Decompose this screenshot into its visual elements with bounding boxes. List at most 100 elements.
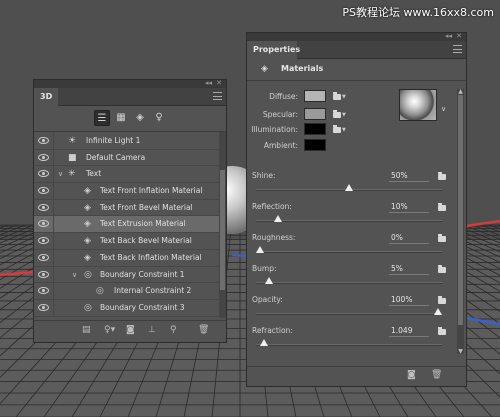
- color-swatch[interactable]: [304, 139, 326, 151]
- chevron-down-icon[interactable]: ∨: [441, 105, 446, 113]
- folder-icon[interactable]: [333, 125, 341, 133]
- new-material-icon[interactable]: ◙: [407, 370, 416, 380]
- material-label: Ambient:: [263, 141, 298, 150]
- scrollbar-thumb[interactable]: [458, 95, 463, 325]
- eye-icon[interactable]: [38, 237, 49, 245]
- layer-row[interactable]: ◈ Text Back Inflation Material: [34, 249, 220, 267]
- slider-value-field[interactable]: 50%: [391, 171, 408, 180]
- layer-row[interactable]: ◎ Boundary Constraint 3: [34, 299, 220, 317]
- slider-value-field[interactable]: 0%: [391, 233, 403, 242]
- color-swatch[interactable]: [304, 123, 326, 135]
- scroll-up-icon[interactable]: ▲: [457, 88, 464, 95]
- eye-icon[interactable]: [38, 170, 49, 178]
- slider-thumb[interactable]: [256, 246, 264, 253]
- eye-icon[interactable]: [38, 203, 49, 211]
- layer-row[interactable]: ◈ Text Front Inflation Material: [34, 183, 220, 200]
- slider-thumb[interactable]: [434, 308, 442, 315]
- layer-name: Text Front Bevel Material: [100, 202, 193, 212]
- illumination-row: Illumination: ▼: [247, 123, 397, 137]
- eye-column: [34, 283, 54, 300]
- slider-thumb[interactable]: [259, 339, 268, 346]
- eye-icon[interactable]: [38, 153, 49, 161]
- layer-row[interactable]: ☀ Infinite Light 1: [34, 133, 220, 150]
- panel-properties: ◂◂ ✕ Properties ◈ Materials Diffuse: ▼ S…: [246, 32, 467, 387]
- slider-row: Shine: 50%: [252, 171, 448, 201]
- close-icon[interactable]: ✕: [216, 79, 222, 87]
- layer-row[interactable]: ◈ Text Back Bevel Material: [34, 233, 220, 250]
- scene-filter-icon[interactable]: ☰: [94, 110, 110, 126]
- chevron-down-icon[interactable]: ▼: [342, 94, 346, 100]
- axis-z-mid: [231, 254, 247, 257]
- eye-column: [34, 216, 54, 233]
- slider-label: Bump:: [252, 264, 277, 273]
- material-icon[interactable]: ◙: [126, 325, 135, 335]
- scrollbar[interactable]: [219, 132, 226, 318]
- panel-menu-icon[interactable]: [453, 45, 462, 53]
- mesh-filter-icon[interactable]: ▦: [113, 110, 129, 126]
- eye-icon[interactable]: [38, 287, 49, 295]
- layer-row[interactable]: ■ Default Camera: [34, 149, 220, 167]
- folder-icon[interactable]: [438, 296, 446, 304]
- material-filter-icon[interactable]: ◈: [132, 110, 148, 126]
- layer-row[interactable]: ∨ ◎ Boundary Constraint 1: [34, 266, 220, 284]
- material-icon: ◈: [84, 202, 91, 213]
- scrollbar[interactable]: ▲ ▼: [457, 88, 464, 355]
- folder-icon[interactable]: [438, 327, 446, 335]
- slider-track[interactable]: [256, 220, 442, 222]
- layer-list: ☀ Infinite Light 1 ■ Default Camera ∨ ✳ …: [34, 133, 220, 317]
- slider-thumb[interactable]: [264, 277, 273, 284]
- eye-icon[interactable]: [38, 220, 49, 228]
- double-chevron-icon[interactable]: ◂◂: [445, 32, 452, 40]
- slider-track[interactable]: [256, 251, 442, 253]
- eye-icon[interactable]: [38, 137, 49, 144]
- light-filter-icon[interactable]: ♀: [151, 110, 167, 126]
- slider-track[interactable]: [256, 344, 442, 346]
- close-icon[interactable]: ✕: [456, 32, 462, 40]
- slider-value-field[interactable]: 10%: [391, 202, 408, 211]
- layer-row-selected[interactable]: ◈ Text Extrusion Material: [34, 216, 220, 234]
- eye-icon[interactable]: [38, 187, 49, 195]
- delete-icon[interactable]: 🗑: [198, 325, 209, 335]
- tab-properties[interactable]: Properties: [247, 41, 300, 59]
- eye-column: [34, 233, 54, 250]
- chevron-down-icon[interactable]: ▼: [342, 112, 346, 118]
- folder-icon[interactable]: [438, 234, 446, 242]
- add-light-icon[interactable]: ♀▾: [104, 325, 115, 335]
- material-preview-sphere[interactable]: [399, 89, 437, 121]
- layer-row[interactable]: ◈ Text Front Bevel Material: [34, 199, 220, 217]
- slider-value-field[interactable]: 5%: [391, 264, 403, 273]
- folder-icon[interactable]: [438, 203, 446, 211]
- panel-menu-icon[interactable]: [213, 92, 222, 100]
- eye-icon[interactable]: [38, 253, 49, 261]
- folder-icon[interactable]: [438, 172, 446, 180]
- chevron-down-icon[interactable]: ∨: [58, 166, 63, 182]
- eye-icon[interactable]: [38, 270, 49, 278]
- layer-row[interactable]: ◎ Internal Constraint 2: [34, 283, 220, 300]
- scrollbar-thumb[interactable]: [220, 170, 225, 290]
- slider-track[interactable]: [256, 282, 442, 284]
- slider-value-field[interactable]: 1.049: [391, 326, 412, 335]
- folder-icon[interactable]: [333, 92, 341, 100]
- color-swatch[interactable]: [304, 90, 326, 102]
- double-chevron-icon[interactable]: ◂◂: [205, 79, 212, 87]
- folder-icon[interactable]: [438, 265, 446, 273]
- slider-track[interactable]: [256, 313, 442, 315]
- slider-value-field[interactable]: 100%: [391, 295, 412, 304]
- value-underline: [389, 243, 429, 244]
- slider-thumb[interactable]: [273, 215, 282, 222]
- color-swatch[interactable]: [304, 108, 326, 120]
- chevron-down-icon[interactable]: ▼: [342, 127, 346, 133]
- tab-3d[interactable]: 3D: [34, 88, 59, 106]
- scroll-down-icon[interactable]: ▼: [457, 348, 464, 355]
- drop-to-plane-icon[interactable]: ⊥: [148, 325, 156, 335]
- chevron-down-icon[interactable]: ∨: [72, 267, 77, 283]
- scene-icon[interactable]: ⚲: [170, 325, 177, 335]
- layer-name: Text Extrusion Material: [100, 219, 186, 229]
- slider-row: Reflection: 10%: [252, 202, 448, 232]
- eye-icon[interactable]: [38, 303, 49, 311]
- folder-icon[interactable]: [333, 110, 341, 118]
- delete-icon[interactable]: 🗑: [431, 370, 442, 380]
- slider-thumb[interactable]: [345, 184, 353, 191]
- layer-row[interactable]: ∨ ✳ Text: [34, 166, 220, 184]
- render-icon[interactable]: ▤: [82, 325, 91, 335]
